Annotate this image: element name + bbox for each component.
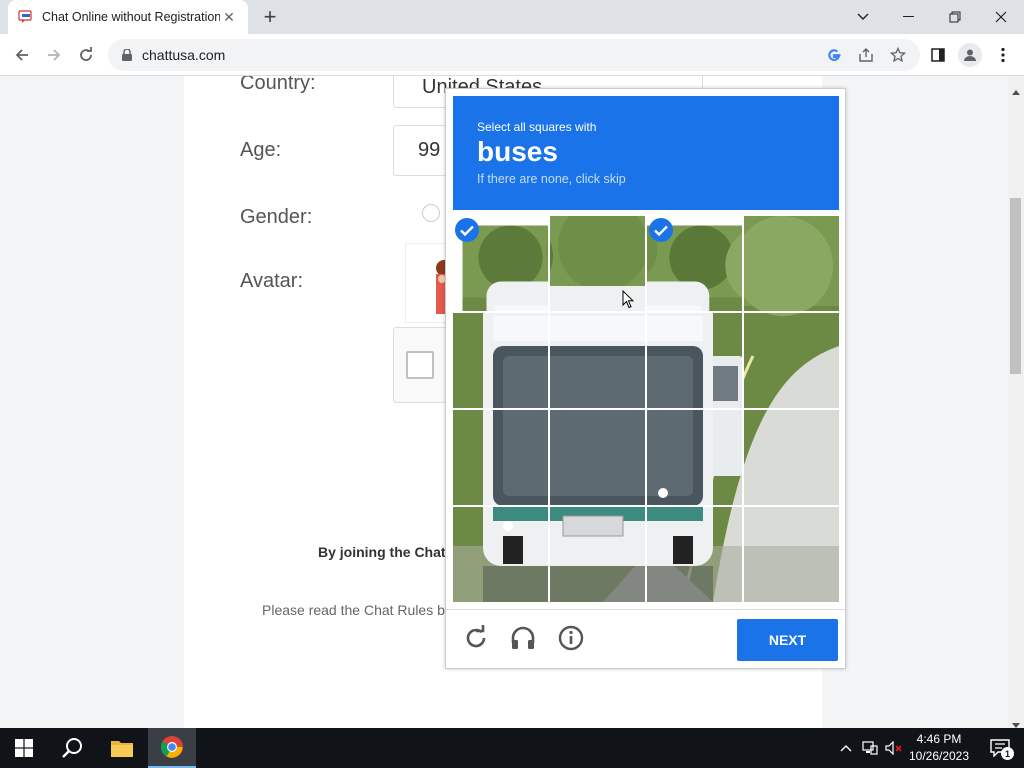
challenge-tile[interactable]: [744, 410, 839, 505]
challenge-tile[interactable]: [550, 410, 645, 505]
close-tab-icon[interactable]: ✕: [220, 8, 238, 26]
restore-button[interactable]: [932, 0, 978, 34]
info-icon[interactable]: [557, 624, 585, 652]
country-label: Country:: [240, 76, 316, 94]
challenge-tile[interactable]: [453, 507, 548, 602]
scroll-thumb[interactable]: [1010, 198, 1021, 374]
tile-checkmark-icon: [649, 218, 673, 242]
menu-kebab-icon[interactable]: [993, 45, 1013, 65]
clock-date: 10/26/2023: [908, 749, 970, 763]
age-label: Age:: [240, 139, 282, 161]
taskbar-clock[interactable]: 4:46 PM 10/26/2023: [908, 731, 970, 765]
challenge-tile[interactable]: [453, 410, 548, 505]
minimize-button[interactable]: [886, 0, 932, 34]
clock-time: 4:46 PM: [916, 732, 962, 746]
challenge-tile[interactable]: [550, 313, 645, 408]
gender-radio[interactable]: [422, 204, 440, 222]
terms-text: By joining the Chat: [318, 544, 446, 560]
challenge-tile[interactable]: [550, 507, 645, 602]
google-icon[interactable]: [824, 45, 844, 65]
profile-avatar-icon[interactable]: [958, 43, 982, 67]
challenge-target: buses: [477, 136, 558, 167]
tab-strip: Chat Online without Registration ✕ +: [0, 0, 1024, 34]
gender-label: Gender:: [240, 206, 313, 228]
recaptcha-checkbox[interactable]: [406, 351, 434, 379]
rules-text: Please read the Chat Rules b: [262, 602, 445, 618]
tile-checkmark-icon: [455, 218, 479, 242]
address-bar[interactable]: chattusa.com: [108, 39, 920, 71]
challenge-header: Select all squares with buses If there a…: [453, 96, 839, 210]
forward-button[interactable]: [40, 41, 68, 69]
challenge-tile[interactable]: [453, 313, 548, 408]
chat-favicon-icon: [18, 9, 34, 25]
browser-tab[interactable]: Chat Online without Registration ✕: [8, 0, 248, 34]
back-button[interactable]: [8, 41, 36, 69]
show-hidden-icons-icon[interactable]: [834, 728, 858, 768]
new-tab-button[interactable]: +: [258, 4, 282, 29]
next-button[interactable]: NEXT: [737, 619, 838, 661]
challenge-tile[interactable]: [744, 216, 839, 311]
challenge-tile[interactable]: [647, 410, 742, 505]
tab-title: Chat Online without Registration: [42, 10, 220, 24]
network-icon[interactable]: [858, 728, 882, 768]
side-panel-icon[interactable]: [928, 45, 948, 65]
chrome-taskbar-icon[interactable]: [148, 728, 196, 768]
mouse-cursor-icon: [622, 289, 635, 314]
challenge-hint: If there are none, click skip: [477, 172, 626, 186]
notification-center-icon[interactable]: 1: [976, 728, 1024, 768]
challenge-tile[interactable]: [744, 313, 839, 408]
challenge-instruction: Select all squares with: [477, 120, 597, 134]
windows-taskbar: 4:46 PM 10/26/2023 1: [0, 728, 1024, 768]
browser-toolbar: chattusa.com: [0, 34, 1024, 76]
avatar-label: Avatar:: [240, 270, 303, 292]
recaptcha-challenge: Select all squares with buses If there a…: [445, 88, 846, 669]
notification-count: 1: [1001, 747, 1014, 760]
challenge-tile[interactable]: [647, 313, 742, 408]
challenge-tile[interactable]: [647, 216, 742, 311]
reload-button[interactable]: [72, 41, 100, 69]
audio-challenge-icon[interactable]: [509, 624, 537, 652]
url-text: chattusa.com: [142, 47, 226, 63]
search-icon[interactable]: [48, 728, 96, 768]
file-explorer-icon[interactable]: [98, 728, 146, 768]
close-window-button[interactable]: [978, 0, 1024, 34]
challenge-image-grid: [453, 216, 839, 602]
volume-muted-icon[interactable]: [882, 728, 906, 768]
windows-start-icon[interactable]: [0, 728, 48, 768]
challenge-footer: NEXT: [446, 609, 845, 669]
challenge-tile[interactable]: [647, 507, 742, 602]
reload-challenge-icon[interactable]: [462, 624, 490, 652]
lock-icon[interactable]: [120, 48, 134, 62]
share-icon[interactable]: [856, 45, 876, 65]
page-scrollbar[interactable]: [1008, 76, 1024, 728]
scroll-up-arrow-icon[interactable]: [1012, 82, 1020, 100]
tab-search-icon[interactable]: [840, 0, 886, 34]
challenge-tile[interactable]: [744, 507, 839, 602]
challenge-tile[interactable]: [453, 216, 548, 311]
bookmark-star-icon[interactable]: [888, 45, 908, 65]
